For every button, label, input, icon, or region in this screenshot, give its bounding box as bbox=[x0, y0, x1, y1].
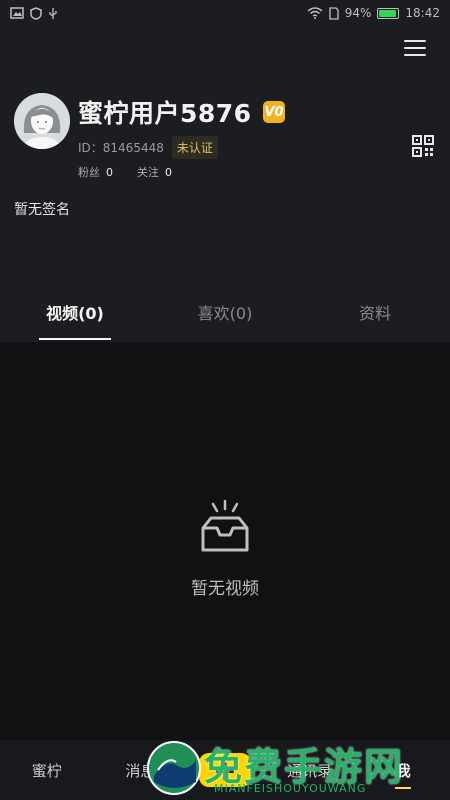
stats-row: 粉丝 0 关注 0 bbox=[78, 164, 172, 180]
nav-me[interactable]: 我 bbox=[368, 760, 438, 789]
username: 蜜柠用户5876 bbox=[78, 99, 252, 128]
tab-profile-info[interactable]: 资料 bbox=[300, 294, 450, 342]
tab-videos-label: 视频(0) bbox=[46, 304, 104, 323]
fans-stat[interactable]: 粉丝 0 bbox=[78, 164, 113, 180]
empty-inbox-icon bbox=[195, 498, 255, 558]
wifi-icon bbox=[307, 7, 323, 19]
fans-label: 粉丝 bbox=[78, 166, 100, 179]
tab-likes[interactable]: 喜欢(0) bbox=[150, 294, 300, 342]
id-row: ID：81465448 未认证 bbox=[78, 136, 218, 159]
nav-home[interactable]: 蜜柠 bbox=[12, 760, 82, 781]
follow-label: 关注 bbox=[137, 166, 159, 179]
battery-percent: 94% bbox=[344, 6, 372, 20]
active-tab-indicator bbox=[39, 338, 111, 340]
status-bar: 94% 18:42 bbox=[0, 0, 450, 26]
verify-tag[interactable]: 未认证 bbox=[171, 136, 218, 159]
usb-icon bbox=[49, 7, 57, 19]
avatar-illustration bbox=[14, 93, 70, 149]
profile-tabs: 视频(0) 喜欢(0) 资料 bbox=[0, 294, 450, 342]
bottom-nav: 蜜柠 消息 + 通讯录 我 bbox=[0, 740, 450, 800]
tab-videos[interactable]: 视频(0) bbox=[0, 294, 150, 342]
fans-count: 0 bbox=[106, 166, 113, 179]
avatar[interactable] bbox=[14, 93, 70, 149]
clock: 18:42 bbox=[405, 6, 440, 20]
user-id: ID：81465448 bbox=[78, 141, 164, 155]
menu-icon[interactable] bbox=[404, 40, 426, 60]
image-notification-icon bbox=[10, 7, 24, 19]
signature[interactable]: 暂无签名 bbox=[14, 199, 70, 219]
vip-badge[interactable]: V0 bbox=[263, 101, 285, 123]
tab-info-label: 资料 bbox=[358, 304, 391, 323]
battery-icon bbox=[377, 7, 400, 19]
qr-code-icon[interactable] bbox=[412, 135, 434, 157]
status-right-icons: 94% 18:42 bbox=[307, 6, 440, 20]
follow-stat[interactable]: 关注 0 bbox=[137, 164, 172, 180]
nav-contacts[interactable]: 通讯录 bbox=[275, 760, 345, 781]
nav-messages[interactable]: 消息 bbox=[105, 760, 175, 781]
follow-count: 0 bbox=[165, 166, 172, 179]
status-left-icons bbox=[10, 6, 58, 20]
tab-likes-label: 喜欢(0) bbox=[197, 304, 253, 323]
empty-state-text: 暂无视频 bbox=[191, 579, 259, 599]
shield-icon bbox=[30, 6, 42, 20]
sim-icon bbox=[329, 6, 339, 20]
add-post-button[interactable]: + bbox=[198, 753, 251, 787]
